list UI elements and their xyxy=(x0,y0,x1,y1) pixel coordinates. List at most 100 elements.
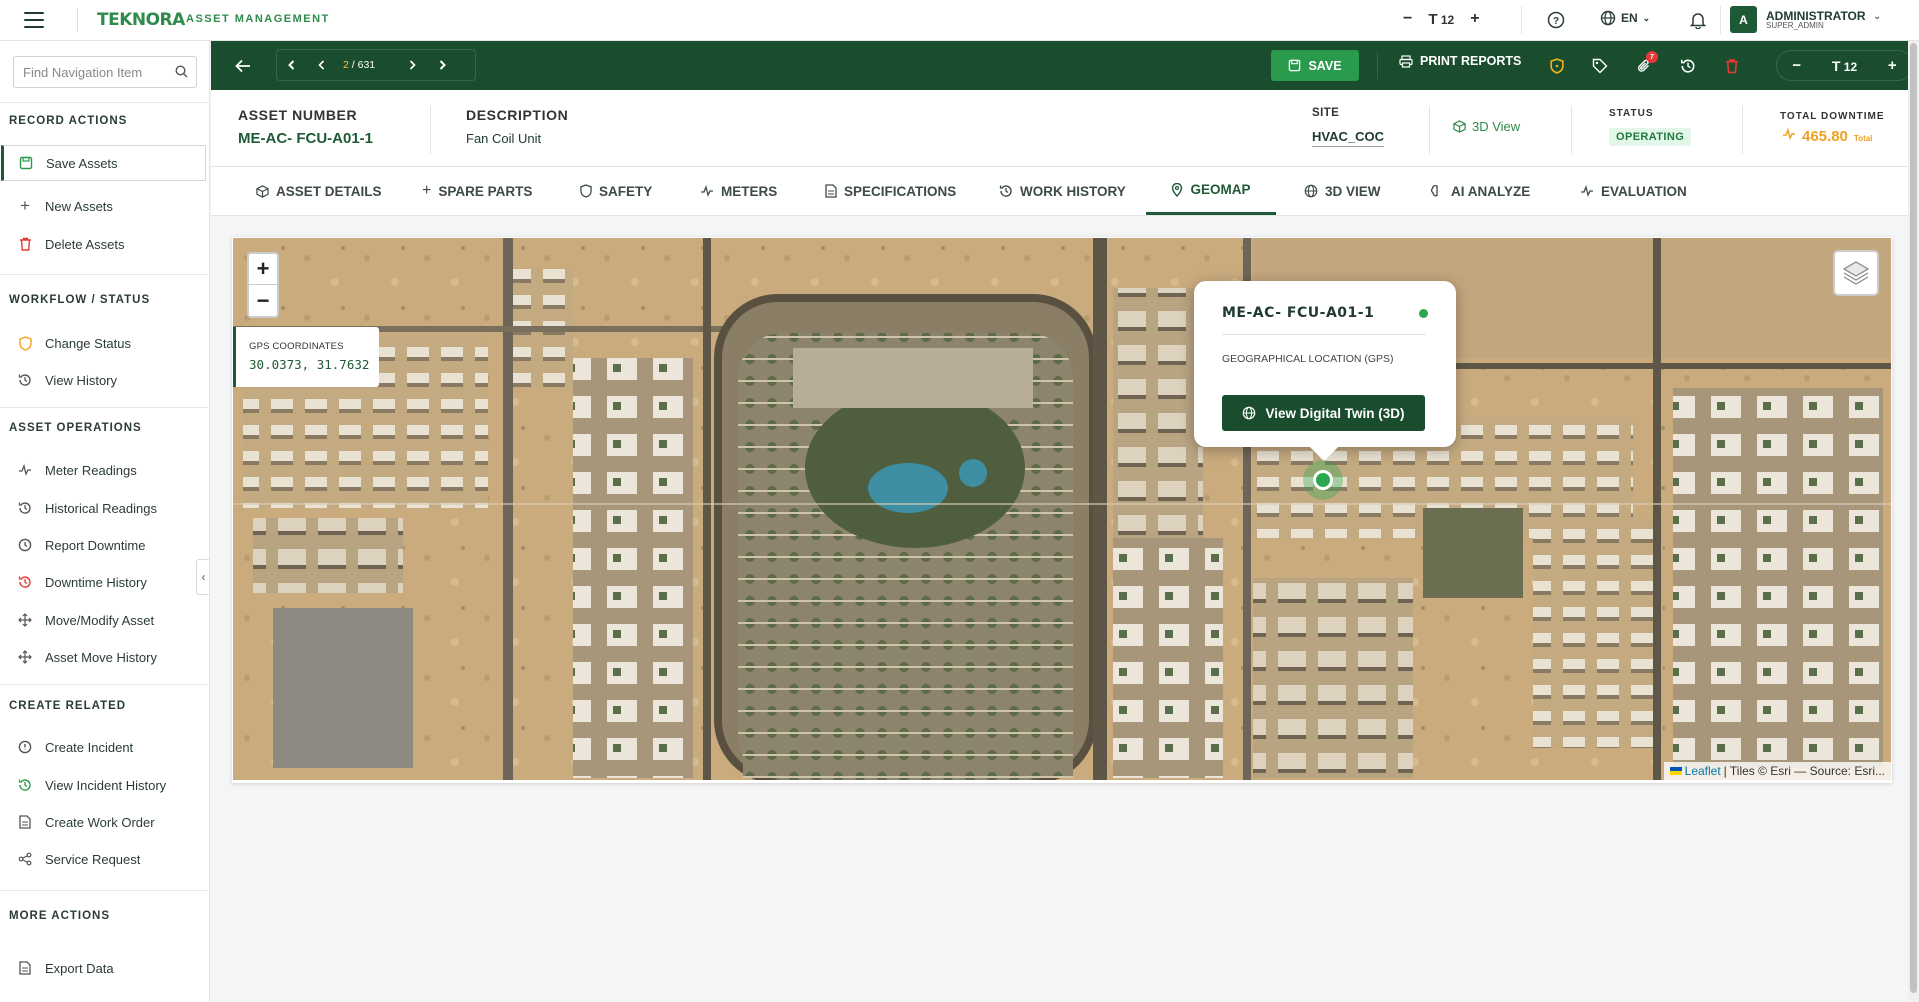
map-attribution: Leaflet | Tiles © Esri — Source: Esri... xyxy=(1663,762,1891,780)
sidebar-item-view-incident-history[interactable]: View Incident History xyxy=(0,770,206,800)
asset-location-marker[interactable] xyxy=(1303,460,1343,500)
font-decrease-button[interactable]: − xyxy=(1792,57,1801,74)
shield-icon[interactable] xyxy=(1546,55,1568,77)
save-icon xyxy=(1289,59,1301,72)
leaflet-link[interactable]: Leaflet xyxy=(1685,764,1721,778)
view-digital-twin-button[interactable]: View Digital Twin (3D) xyxy=(1222,395,1425,431)
tab-3d-view[interactable]: 3D VIEW xyxy=(1304,167,1381,215)
language-selector[interactable]: EN ⌄ xyxy=(1600,10,1650,26)
sidebar-item-export-data[interactable]: Export Data xyxy=(0,953,206,983)
cube-icon xyxy=(1453,120,1466,133)
save-icon xyxy=(18,155,34,171)
collapse-sidebar-button[interactable]: ‹ xyxy=(196,559,209,595)
view-3d-link[interactable]: 3D View xyxy=(1453,119,1520,134)
sidebar-item-asset-move-history[interactable]: Asset Move History xyxy=(0,642,206,672)
divider xyxy=(0,407,209,408)
share-icon xyxy=(17,851,33,867)
trash-icon xyxy=(17,236,33,252)
popup-subtitle: GEOGRAPHICAL LOCATION (GPS) xyxy=(1222,353,1394,365)
history-icon[interactable] xyxy=(1677,55,1699,77)
site-label: SITE xyxy=(1312,107,1340,119)
font-decrease-button[interactable]: − xyxy=(1403,10,1412,28)
first-record-button[interactable] xyxy=(277,50,307,80)
status-label: STATUS xyxy=(1609,108,1654,119)
menu-icon[interactable] xyxy=(24,12,44,28)
gps-value: 30.0373, 31.7632 xyxy=(249,357,370,372)
sidebar-item-delete-assets[interactable]: Delete Assets xyxy=(0,229,206,259)
tab-spare-parts[interactable]: + SPARE PARTS xyxy=(422,167,532,215)
tab-specifications[interactable]: SPECIFICATIONS xyxy=(825,167,956,215)
tab-ai-analyze[interactable]: AI ANALYZE xyxy=(1430,167,1530,215)
site-value[interactable]: HVAC_COC xyxy=(1312,129,1384,147)
search-icon[interactable] xyxy=(175,65,188,83)
sidebar-item-create-work-order[interactable]: Create Work Order xyxy=(0,807,206,837)
zoom-out-button[interactable]: − xyxy=(249,285,277,316)
section-title-workflow: WORKFLOW / STATUS xyxy=(9,294,151,306)
save-button[interactable]: SAVE xyxy=(1271,50,1359,81)
asset-number-label: ASSET NUMBER xyxy=(238,107,358,123)
tab-safety[interactable]: SAFETY xyxy=(580,167,652,215)
sidebar-item-downtime-history[interactable]: Downtime History xyxy=(0,567,206,597)
last-record-button[interactable] xyxy=(427,50,457,80)
tag-icon[interactable] xyxy=(1589,55,1611,77)
font-size-indicator: T 12 xyxy=(1428,10,1455,28)
map-popup: ME-AC- FCU-A01-1 GEOGRAPHICAL LOCATION (… xyxy=(1194,281,1456,447)
document-icon xyxy=(17,960,33,976)
sidebar-item-new-assets[interactable]: + New Assets xyxy=(0,191,206,221)
satellite-map[interactable]: + − GPS COORDINATES 30.0373, 31.7632 ME-… xyxy=(233,238,1891,780)
sidebar-item-label: Create Incident xyxy=(45,739,134,755)
document-icon xyxy=(17,814,33,830)
sidebar-item-meter-readings[interactable]: Meter Readings xyxy=(0,455,206,485)
tab-evaluation[interactable]: EVALUATION xyxy=(1580,167,1687,215)
activity-icon xyxy=(1783,127,1795,141)
tab-geomap[interactable]: GEOMAP xyxy=(1146,167,1276,215)
sidebar-item-label: New Assets xyxy=(45,198,113,214)
sidebar-item-change-status[interactable]: Change Status xyxy=(0,328,206,358)
divider xyxy=(0,102,209,103)
search-input[interactable] xyxy=(14,57,164,87)
zoom-in-button[interactable]: + xyxy=(249,254,277,285)
font-increase-button[interactable]: + xyxy=(1888,57,1897,74)
prev-record-button[interactable] xyxy=(307,50,337,80)
sidebar-item-create-incident[interactable]: Create Incident xyxy=(0,732,206,762)
page-indicator: 2 / 631 xyxy=(343,59,375,71)
chevron-down-icon[interactable]: ⌄ xyxy=(1873,11,1881,22)
font-increase-button[interactable]: + xyxy=(1470,10,1479,28)
bell-icon[interactable] xyxy=(1687,9,1709,31)
record-toolbar: 2 / 631 SAVE PRINT REPORTS 7 − T 12 + xyxy=(211,41,1913,90)
save-label: SAVE xyxy=(1308,58,1342,73)
sidebar-item-service-request[interactable]: Service Request xyxy=(0,844,206,874)
back-arrow-icon[interactable] xyxy=(231,53,255,79)
scrollbar[interactable] xyxy=(1908,41,1919,1002)
view-3d-label: 3D View xyxy=(1472,119,1521,134)
geomap-card: + − GPS COORDINATES 30.0373, 31.7632 ME-… xyxy=(232,237,1892,783)
sidebar-item-save-assets[interactable]: Save Assets xyxy=(1,145,206,181)
next-record-button[interactable] xyxy=(397,50,427,80)
user-role: SUPER_ADMIN xyxy=(1766,21,1824,30)
section-title-asset-operations: ASSET OPERATIONS xyxy=(9,422,142,434)
sidebar-item-label: Downtime History xyxy=(45,574,147,590)
history-icon xyxy=(17,372,33,388)
sidebar-item-view-history[interactable]: View History xyxy=(0,365,206,395)
attachment-count-badge: 7 xyxy=(1646,51,1658,63)
view-digital-twin-label: View Digital Twin (3D) xyxy=(1265,405,1405,421)
tab-meters[interactable]: METERS xyxy=(700,167,777,215)
top-bar: TEKNORA ASSET MANAGEMENT − T 12 + ? EN ⌄… xyxy=(0,0,1919,41)
attachment-icon[interactable]: 7 xyxy=(1633,51,1658,77)
print-reports-button[interactable]: PRINT REPORTS xyxy=(1399,54,1521,68)
scrollbar-thumb[interactable] xyxy=(1910,43,1917,993)
brand-subtitle: ASSET MANAGEMENT xyxy=(186,13,330,25)
sidebar-item-report-downtime[interactable]: Report Downtime xyxy=(0,530,206,560)
layers-control[interactable] xyxy=(1833,250,1879,296)
trash-icon[interactable] xyxy=(1721,55,1743,77)
tab-work-history[interactable]: WORK HISTORY xyxy=(999,167,1126,215)
layers-icon xyxy=(1842,261,1870,285)
help-icon[interactable]: ? xyxy=(1545,9,1567,31)
divider xyxy=(1720,6,1721,34)
sidebar-item-historical-readings[interactable]: Historical Readings xyxy=(0,493,206,523)
sidebar-item-label: Meter Readings xyxy=(45,462,137,478)
tab-asset-details[interactable]: ASSET DETAILS xyxy=(256,167,382,215)
avatar[interactable]: A xyxy=(1730,6,1757,33)
sidebar-item-move-modify[interactable]: Move/Modify Asset xyxy=(0,605,206,635)
page-current[interactable]: 2 xyxy=(343,59,349,71)
